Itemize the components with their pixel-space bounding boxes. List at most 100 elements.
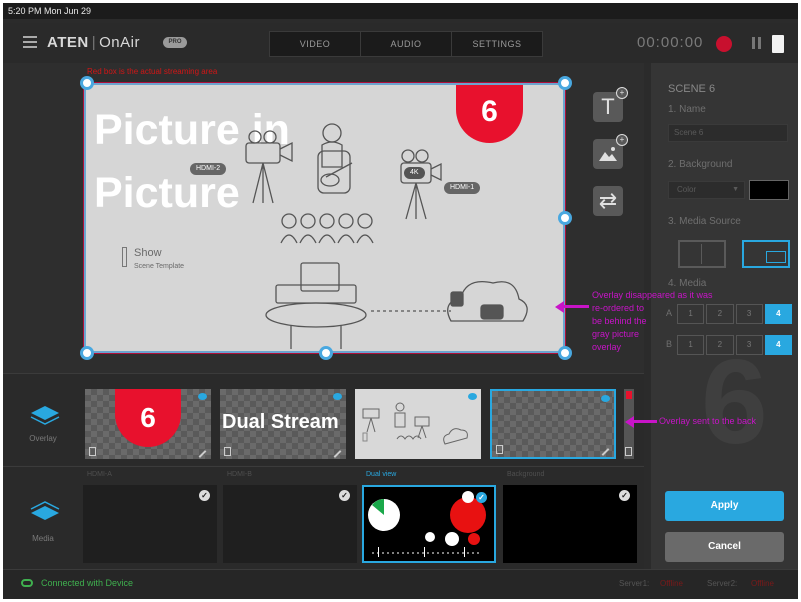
media-label: Media — [32, 534, 54, 543]
eye-icon[interactable] — [601, 395, 610, 402]
eye-icon[interactable] — [198, 393, 207, 400]
overlay-item-3[interactable] — [355, 389, 481, 459]
app-name: OnAir — [99, 34, 140, 51]
server1-label: Server1: — [619, 579, 650, 588]
stream-timer: 00:00:00 — [637, 34, 704, 51]
resize-handle-right[interactable] — [558, 211, 572, 225]
ios-status-bar: 5:20 PM Mon Jun 29 — [3, 3, 798, 19]
add-image-button[interactable]: + — [593, 134, 628, 169]
edit-icon[interactable] — [601, 448, 610, 456]
plus-icon: + — [616, 134, 628, 146]
chevron-down-icon: ▼ — [732, 186, 739, 193]
media-b-option-3[interactable]: 3 — [735, 335, 763, 355]
background-type-select[interactable]: Color ▼ — [668, 181, 745, 199]
app-frame: 5:20 PM Mon Jun 29 ATEN | OnAir PRO VIDEO … — [3, 3, 798, 599]
media-item-1-label: HDMI-A — [87, 471, 112, 478]
show-marker — [122, 247, 127, 267]
media-item-3[interactable]: ✓ — [362, 485, 496, 563]
resize-handle-top-left[interactable] — [80, 76, 94, 90]
overlay-item-1-badge: 6 — [115, 389, 181, 447]
trash-icon[interactable] — [625, 447, 632, 456]
status-time: 5:20 PM Mon Jun 29 — [8, 6, 92, 16]
menu-icon[interactable] — [23, 36, 37, 48]
server2-status: Offline — [751, 579, 774, 588]
media-a-option-3[interactable]: 3 — [735, 304, 763, 324]
camera-left-icon — [245, 130, 293, 204]
overlay-item-5-badge — [626, 391, 632, 399]
resize-handle-bottom[interactable] — [319, 346, 333, 360]
hdmi1-tag: HDMI-1 — [444, 182, 481, 194]
eye-icon[interactable] — [468, 393, 477, 400]
split-divider — [701, 244, 702, 264]
overlay-item-3-preview — [362, 402, 468, 445]
text-icon: T — [601, 94, 615, 119]
scene-illustration — [245, 123, 528, 349]
hdmi2-tag: HDMI-2 — [190, 163, 227, 175]
server1-status: Offline — [660, 579, 683, 588]
scene-canvas[interactable]: Picture in Picture 6 HDMI-2 HDMI-1 4K Sh… — [84, 83, 565, 353]
resize-handle-bottom-left[interactable] — [80, 346, 94, 360]
media-item-3-label: Dual view — [366, 471, 397, 478]
background-type-value: Color — [677, 185, 697, 194]
media-b-option-4[interactable]: 4 — [764, 335, 792, 355]
tab-audio[interactable]: AUDIO — [361, 32, 452, 56]
show-subtext: Scene Template — [134, 263, 185, 270]
media-item-4[interactable]: ✓ — [503, 485, 637, 563]
scene-name-input[interactable]: Scene 6 — [668, 124, 788, 142]
add-text-button[interactable]: T + — [593, 87, 628, 122]
main-tabs: VIDEO AUDIO SETTINGS — [269, 31, 543, 57]
layers-icon — [30, 406, 60, 425]
media-strip: Media HDMI-A ✓ HDMI-B ✓ Dual view ✓ Back… — [3, 466, 644, 570]
tab-settings[interactable]: SETTINGS — [452, 32, 542, 56]
overlay-item-2-text: Dual Stream — [222, 411, 339, 433]
edit-icon[interactable] — [198, 450, 207, 458]
annotation-line-5: overlay — [592, 342, 622, 352]
record-button[interactable] — [716, 36, 732, 52]
eye-icon[interactable] — [333, 393, 342, 400]
resize-handle-top-right[interactable] — [558, 76, 572, 90]
media-item-1[interactable]: ✓ — [83, 485, 217, 563]
background-color-swatch[interactable] — [749, 180, 789, 200]
4k-tag: 4K — [404, 167, 425, 179]
media-item-2[interactable]: ✓ — [223, 485, 357, 563]
annotation-line-1: Overlay disappeared as it was — [592, 290, 713, 300]
overlay-item-1[interactable]: 6 — [85, 389, 211, 459]
cancel-button[interactable]: Cancel — [665, 532, 784, 562]
swap-icon: ⇄ — [598, 188, 618, 213]
apply-button[interactable]: Apply — [665, 491, 784, 521]
show-text: Show — [134, 247, 162, 259]
annotation-arrow-1 — [563, 305, 589, 308]
overlay-strip: Overlay 6 Dual Stream — [3, 373, 644, 465]
scene-title: SCENE 6 — [668, 83, 716, 95]
brand-name: ATEN — [47, 34, 89, 51]
top-bar: ATEN | OnAir PRO VIDEO AUDIO SETTINGS 00:0… — [3, 23, 798, 63]
edit-icon[interactable] — [333, 450, 342, 458]
layout-pip-button[interactable] — [742, 240, 790, 268]
camera-right-icon — [400, 149, 442, 220]
trash-icon[interactable] — [89, 447, 96, 456]
resize-handle-bottom-right[interactable] — [558, 346, 572, 360]
trash-icon[interactable] — [224, 447, 231, 456]
annotation-line-2: re-ordered to — [592, 303, 645, 313]
preview-area: Red box is the actual streaming area Pic… — [3, 63, 644, 373]
annotation-line-4: gray picture — [592, 329, 640, 339]
app-logo: ATEN | OnAir — [47, 34, 140, 51]
name-label: 1. Name — [668, 104, 706, 115]
overlay-item-2[interactable]: Dual Stream — [220, 389, 346, 459]
tab-video[interactable]: VIDEO — [270, 32, 361, 56]
annotation-line-3: be behind the — [592, 316, 647, 326]
brand-separator: | — [91, 34, 97, 51]
media-item-4-label: Background — [507, 471, 545, 478]
media-a-option-4[interactable]: 4 — [764, 304, 792, 324]
layout-split-button[interactable] — [678, 240, 726, 268]
check-icon: ✓ — [476, 492, 487, 503]
footer-bar: Connected with Device Server1: Offline S… — [3, 569, 798, 599]
overlay-item-4[interactable] — [490, 389, 616, 459]
switcher-desk-icon — [265, 262, 451, 349]
plus-icon: + — [616, 87, 628, 99]
check-icon: ✓ — [619, 490, 630, 501]
swap-button[interactable]: ⇄ — [593, 186, 623, 216]
trash-icon[interactable] — [496, 445, 503, 454]
pause-icon[interactable] — [752, 37, 762, 49]
server2-label: Server2: — [707, 579, 738, 588]
